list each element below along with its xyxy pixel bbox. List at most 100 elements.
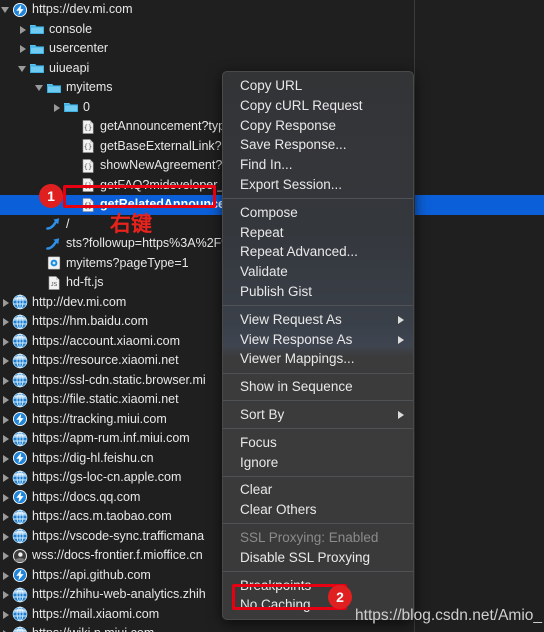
- menu-separator: [223, 428, 413, 430]
- menu-item-label: No Caching: [240, 597, 311, 613]
- tree-row-label: 0: [83, 99, 90, 114]
- menu-item-disable-ssl-proxying[interactable]: Disable SSL Proxying: [223, 548, 413, 568]
- chevron-right-icon[interactable]: [0, 390, 12, 410]
- tree-row-label: https://dev.mi.com: [32, 2, 133, 16]
- chevron-down-icon[interactable]: [17, 59, 29, 79]
- context-menu[interactable]: Copy URL Copy cURL Request Copy Response Sa…: [222, 71, 414, 621]
- menu-item-label: Repeat Advanced...: [240, 244, 358, 260]
- chevron-right-icon[interactable]: [0, 488, 12, 508]
- chevron-right-icon[interactable]: [0, 546, 12, 566]
- chevron-right-icon[interactable]: [0, 351, 12, 371]
- tree-row-label: console: [49, 21, 93, 36]
- globe-icon: [12, 606, 28, 622]
- menu-item-show-in-sequence[interactable]: Show in Sequence: [223, 377, 413, 397]
- chevron-down-icon[interactable]: [0, 0, 12, 20]
- chevron-right-icon[interactable]: [0, 449, 12, 469]
- menu-item-ignore[interactable]: Ignore: [223, 453, 413, 473]
- menu-item-validate[interactable]: Validate: [223, 262, 413, 282]
- folder-icon: [29, 60, 45, 76]
- chevron-right-icon[interactable]: [0, 410, 12, 430]
- menu-item-copy-response[interactable]: Copy Response: [223, 116, 413, 136]
- chevron-right-icon: [398, 335, 404, 344]
- menu-item-label: Copy Response: [240, 117, 337, 133]
- menu-separator: [223, 571, 413, 573]
- tree-row[interactable]: usercenter: [0, 39, 544, 59]
- globe-icon: [12, 626, 28, 632]
- menu-item-viewer-mappings[interactable]: Viewer Mappings...: [223, 349, 413, 369]
- menu-separator: [223, 198, 413, 200]
- chevron-right-icon[interactable]: [0, 293, 12, 313]
- tree-row-label: showNewAgreement?r: [100, 158, 227, 172]
- tree-row-label: https://ssl-cdn.static.browser.mi: [32, 372, 206, 387]
- globe-icon: [12, 470, 28, 486]
- tree-row[interactable]: https://wiki.n.miui.com: [0, 624, 544, 632]
- chevron-right-icon[interactable]: [17, 39, 29, 59]
- globe-icon: [12, 314, 28, 330]
- chevron-right-icon[interactable]: [17, 20, 29, 40]
- menu-item-label: Compose: [240, 204, 298, 220]
- tree-row-label: https://wiki.n.miui.com: [32, 624, 154, 632]
- tree-row-label: /: [66, 216, 70, 231]
- json-file-icon: {}: [80, 197, 96, 213]
- tree-row-label: myitems: [66, 80, 113, 94]
- chevron-right-icon[interactable]: [0, 371, 12, 391]
- menu-item-publish-gist[interactable]: Publish Gist: [223, 282, 413, 302]
- menu-item-clear[interactable]: Clear: [223, 480, 413, 500]
- menu-separator: [223, 372, 413, 374]
- redirect-icon: [46, 216, 62, 232]
- js-file-icon: JS: [46, 275, 62, 291]
- menu-item-label: Disable SSL Proxying: [240, 549, 371, 565]
- tree-row-label: https://gs-loc-cn.apple.com: [32, 470, 182, 484]
- menu-item-find-in[interactable]: Find In...: [223, 155, 413, 175]
- menu-item-focus[interactable]: Focus: [223, 433, 413, 453]
- menu-item-save-response[interactable]: Save Response...: [223, 135, 413, 155]
- svg-text:{}: {}: [84, 163, 92, 171]
- chevron-right-icon[interactable]: [0, 605, 12, 625]
- menu-item-export-session[interactable]: Export Session...: [223, 175, 413, 195]
- menu-item-sort-by[interactable]: Sort By: [223, 405, 413, 425]
- chevron-right-icon[interactable]: [0, 585, 12, 605]
- menu-separator: [223, 475, 413, 477]
- menu-item-view-request-as[interactable]: View Request As: [223, 310, 413, 330]
- menu-item-breakpoints[interactable]: Breakpoints: [223, 576, 413, 596]
- menu-separator: [223, 400, 413, 402]
- tree-row-label: https://vscode-sync.trafficmana: [32, 528, 205, 543]
- chevron-right-icon[interactable]: [0, 429, 12, 449]
- menu-item-label: Find In...: [240, 157, 293, 173]
- tree-row[interactable]: https://dev.mi.com: [0, 0, 544, 20]
- tree-row-label: https://resource.xiaomi.net: [32, 353, 179, 367]
- menu-item-repeat[interactable]: Repeat: [223, 223, 413, 243]
- folder-icon: [29, 41, 45, 57]
- svg-text:{}: {}: [84, 182, 92, 190]
- globe-icon: [12, 587, 28, 603]
- svg-text:{}: {}: [84, 124, 92, 132]
- menu-item-copy-url[interactable]: Copy URL: [223, 76, 413, 96]
- chevron-right-icon[interactable]: [0, 312, 12, 332]
- json-file-icon: {}: [80, 138, 96, 154]
- menu-item-clear-others[interactable]: Clear Others: [223, 500, 413, 520]
- menu-item-copy-curl-request[interactable]: Copy cURL Request: [223, 96, 413, 116]
- chevron-right-icon[interactable]: [0, 468, 12, 488]
- menu-item-label: Copy cURL Request: [240, 97, 363, 113]
- chevron-right-icon[interactable]: [0, 527, 12, 547]
- chevron-down-icon[interactable]: [34, 78, 46, 98]
- menu-item-view-response-as[interactable]: View Response As: [223, 330, 413, 350]
- annotation-badge-2: 2: [328, 585, 352, 609]
- json-file-icon: {}: [80, 119, 96, 135]
- tree-row-label: https://api.github.com: [32, 567, 151, 582]
- pane-divider: [414, 0, 415, 632]
- tree-row-label: myitems?pageType=1: [66, 255, 189, 270]
- chevron-right-icon[interactable]: [0, 566, 12, 586]
- svg-text:JS: JS: [51, 282, 58, 288]
- chevron-right-icon[interactable]: [51, 98, 63, 118]
- chevron-right-icon[interactable]: [0, 332, 12, 352]
- tree-row[interactable]: console: [0, 20, 544, 40]
- chevron-right-icon[interactable]: [0, 507, 12, 527]
- menu-item-compose[interactable]: Compose: [223, 203, 413, 223]
- menu-item-repeat-advanced[interactable]: Repeat Advanced...: [223, 242, 413, 262]
- chevron-right-icon[interactable]: [0, 624, 12, 632]
